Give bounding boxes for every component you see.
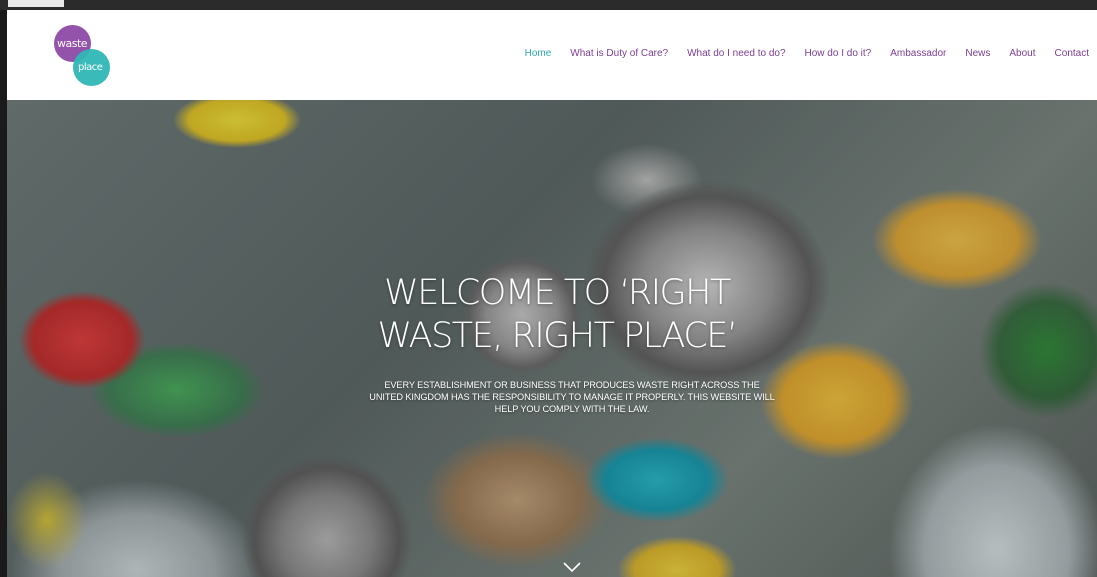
hero-title-line-2: WASTE, RIGHT PLACE’ bbox=[377, 316, 738, 356]
site-logo[interactable]: waste place bbox=[52, 25, 114, 87]
hero-subtitle-line-3: HELP YOU COMPLY WITH THE LAW. bbox=[494, 404, 650, 414]
logo-word-waste: waste bbox=[57, 37, 88, 50]
nav-news[interactable]: News bbox=[965, 48, 990, 59]
browser-top-strip bbox=[0, 0, 1097, 10]
hero-subtitle-line-2: UNITED KINGDOM HAS THE RESPONSIBILITY TO… bbox=[369, 392, 775, 402]
nav-about[interactable]: About bbox=[1009, 48, 1035, 59]
nav-home[interactable]: Home bbox=[525, 48, 552, 59]
chevron-down-icon[interactable] bbox=[562, 560, 582, 574]
nav-duty-of-care[interactable]: What is Duty of Care? bbox=[570, 48, 668, 59]
hero-subtitle-line-1: EVERY ESTABLISHMENT OR BUSINESS THAT PRO… bbox=[384, 380, 760, 390]
hero-title: WELCOME TO ‘RIGHT WASTE, RIGHT PLACE’ bbox=[307, 272, 807, 358]
hero-subtitle: EVERY ESTABLISHMENT OR BUSINESS THAT PRO… bbox=[332, 379, 812, 415]
nav-what-to-do[interactable]: What do I need to do? bbox=[687, 48, 785, 59]
nav-contact[interactable]: Contact bbox=[1055, 48, 1089, 59]
nav-how-to-do-it[interactable]: How do I do it? bbox=[805, 48, 872, 59]
hero-banner: WELCOME TO ‘RIGHT WASTE, RIGHT PLACE’ EV… bbox=[7, 100, 1097, 577]
browser-tab-fragment[interactable] bbox=[8, 0, 64, 7]
main-nav: Home What is Duty of Care? What do I nee… bbox=[525, 48, 1089, 59]
site-header: waste place Home What is Duty of Care? W… bbox=[7, 10, 1097, 100]
nav-ambassador[interactable]: Ambassador bbox=[890, 48, 946, 59]
logo-word-place: place bbox=[78, 62, 103, 73]
hero-title-line-1: WELCOME TO ‘RIGHT bbox=[384, 273, 731, 313]
